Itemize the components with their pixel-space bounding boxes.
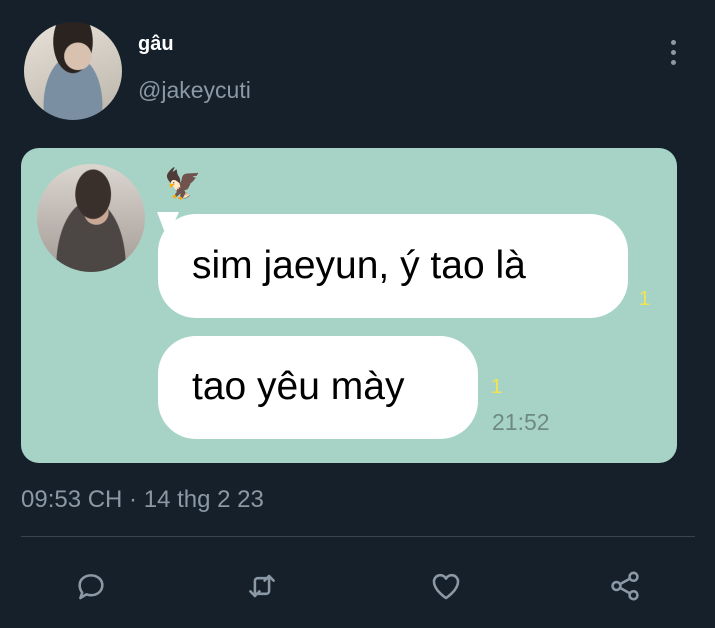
share-button[interactable] [601,562,649,610]
profile-avatar[interactable] [24,22,122,120]
message-text: sim jaeyun, ý tao là [192,244,526,287]
message-text: tao yêu mày [192,365,405,408]
like-button[interactable] [422,562,470,610]
heart-icon [432,573,460,600]
reply-icon [78,574,104,600]
message-bubble: tao yêu mày [158,336,478,439]
message-time: 21:52 [492,409,550,435]
eagle-sticker-icon: 🦅 [164,168,202,201]
tweet-media[interactable]: 🦅 sim jaeyun, ý tao là 1 tao yêu mày 1 2… [21,148,677,463]
retweet-button[interactable] [238,562,286,610]
retweet-icon [249,574,275,598]
read-count: 1 [491,376,503,398]
tweet-timestamp[interactable]: 09:53 CH · 14 thg 2 23 [21,486,264,514]
more-options-icon[interactable] [662,40,684,70]
message-bubble: sim jaeyun, ý tao là [158,214,628,318]
chat-avatar [37,164,145,272]
read-count: 1 [639,288,651,310]
divider [21,536,695,537]
reply-button[interactable] [67,562,115,610]
display-name[interactable]: gâu [138,33,174,56]
user-handle[interactable]: @jakeycuti [138,77,251,104]
share-icon [611,571,639,601]
